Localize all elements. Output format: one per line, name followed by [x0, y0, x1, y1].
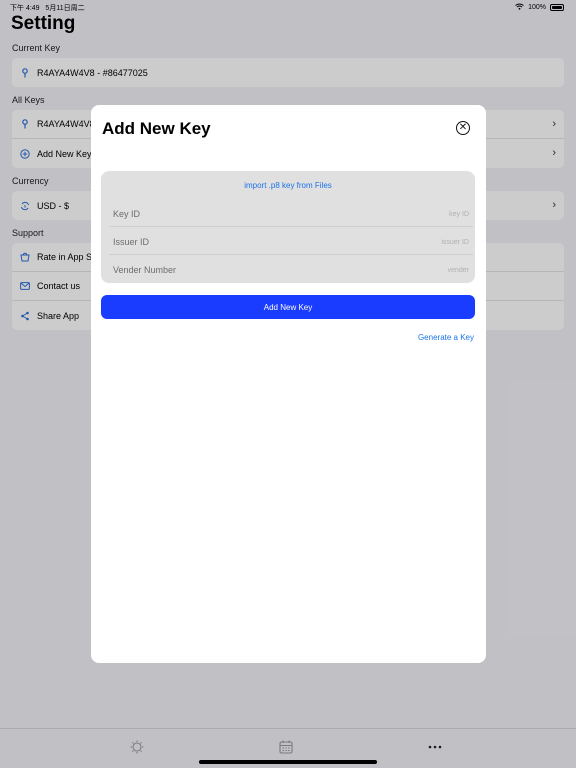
key-id-placeholder: key ID [449, 211, 469, 218]
add-new-key-button[interactable]: Add New Key [101, 295, 475, 319]
modal-title: Add New Key [102, 119, 211, 138]
key-form: import .p8 key from Files Key ID key ID … [101, 171, 475, 283]
vender-number-field[interactable]: Vender Number vender [109, 255, 473, 283]
issuer-id-label: Issuer ID [113, 237, 150, 247]
vender-number-placeholder: vender [447, 267, 469, 274]
import-p8-link[interactable]: import .p8 key from Files [101, 181, 475, 190]
issuer-id-placeholder: issuer ID [441, 239, 469, 246]
add-new-key-modal: Add New Key ✕ import .p8 key from Files … [91, 105, 486, 663]
close-button[interactable]: ✕ [456, 121, 470, 135]
issuer-id-field[interactable]: Issuer ID issuer ID [109, 227, 473, 255]
key-id-field[interactable]: Key ID key ID [109, 199, 473, 227]
generate-key-link[interactable]: Generate a Key [418, 333, 474, 342]
key-id-label: Key ID [113, 209, 141, 219]
vender-number-label: Vender Number [113, 265, 177, 275]
close-icon: ✕ [458, 122, 468, 133]
